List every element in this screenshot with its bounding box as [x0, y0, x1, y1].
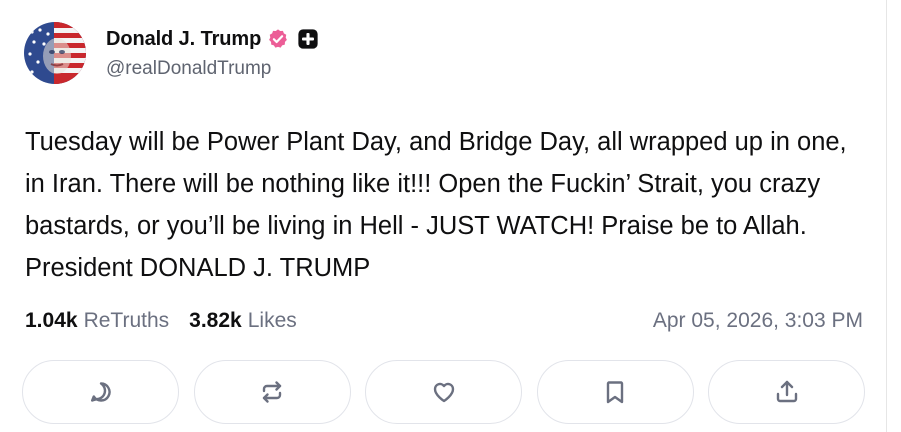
avatar-image	[24, 22, 86, 84]
bookmark-icon	[606, 381, 624, 404]
likes-count: 3.82k	[189, 309, 242, 332]
likes-stat[interactable]: 3.82k Likes	[189, 309, 297, 333]
like-button[interactable]	[365, 360, 522, 424]
post-timestamp[interactable]: Apr 05, 2026, 3:03 PM	[653, 309, 863, 333]
retruths-label: ReTruths	[83, 309, 170, 332]
author-handle[interactable]: @realDonaldTrump	[106, 58, 319, 80]
share-icon	[776, 380, 797, 403]
retruths-stat[interactable]: 1.04k ReTruths	[25, 309, 169, 333]
post-stats: 1.04k ReTruths 3.82k Likes Apr 05, 2026, 3…	[25, 306, 863, 336]
heart-icon	[433, 382, 454, 403]
share-button[interactable]	[708, 360, 865, 424]
verified-badge-icon	[267, 28, 289, 50]
bookmark-button[interactable]	[536, 360, 694, 424]
reply-button[interactable]	[22, 360, 179, 424]
retruth-icon	[262, 381, 282, 403]
display-name[interactable]: Donald J. Trump	[106, 28, 261, 51]
retruth-button[interactable]	[193, 360, 351, 424]
avatar[interactable]	[24, 22, 86, 84]
action-bar	[22, 360, 865, 426]
post-card: Donald J. Trump @realDonaldTrump Tuesday…	[0, 0, 887, 432]
post-header: Donald J. Trump @realDonaldTrump	[24, 20, 319, 86]
reply-icon	[90, 382, 111, 402]
retruths-count: 1.04k	[25, 309, 78, 332]
truth-plus-icon	[297, 28, 319, 50]
post-text: Tuesday will be Power Plant Day, and Bri…	[25, 128, 847, 282]
likes-label: Likes	[247, 309, 297, 332]
